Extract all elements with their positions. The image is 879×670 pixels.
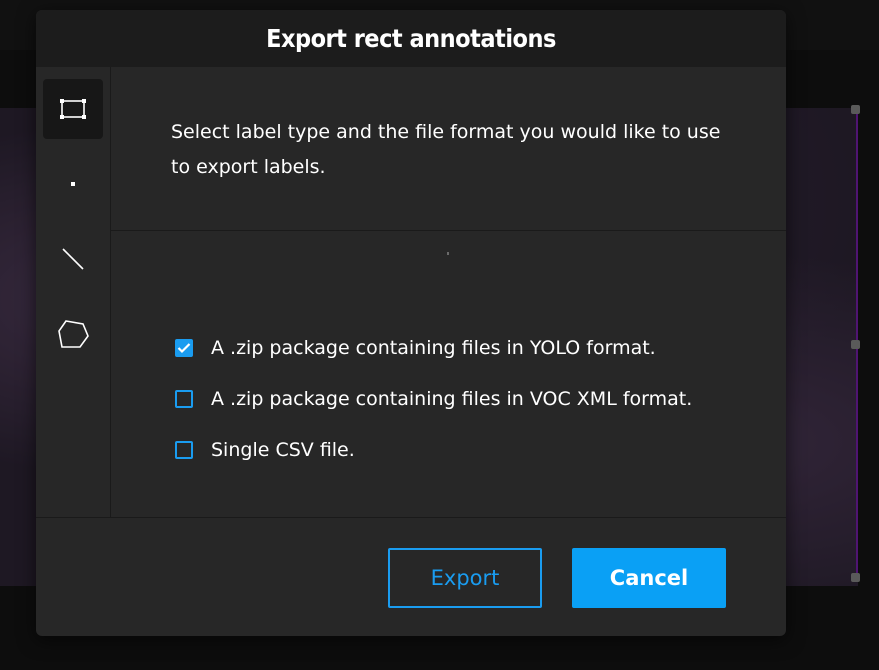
label-type-polygon-button[interactable] <box>43 304 103 364</box>
label-type-point-button[interactable] <box>43 154 103 214</box>
dialog-body: Select label type and the file format yo… <box>36 67 786 518</box>
checkbox-csv[interactable] <box>175 440 193 459</box>
checkbox-voc-xml[interactable] <box>175 389 193 408</box>
dialog-footer: Export Cancel <box>36 518 786 636</box>
dialog-content: Select label type and the file format yo… <box>111 67 786 517</box>
label-type-sidebar <box>36 67 111 517</box>
format-options: A .zip package containing files in YOLO … <box>175 322 692 475</box>
divider-mark <box>447 252 449 255</box>
polygon-icon <box>58 320 89 348</box>
rectangle-icon <box>60 99 86 119</box>
line-icon <box>62 248 84 270</box>
option-voc-xml[interactable]: A .zip package containing files in VOC X… <box>175 373 692 424</box>
point-icon <box>71 182 75 186</box>
label-type-line-button[interactable] <box>43 229 103 289</box>
checkmark-icon <box>177 342 191 353</box>
cancel-button[interactable]: Cancel <box>572 548 726 608</box>
export-dialog: Export rect annotations Select label typ… <box>36 10 786 636</box>
checkbox-yolo[interactable] <box>175 338 193 357</box>
export-button[interactable]: Export <box>388 548 542 608</box>
option-label: A .zip package containing files in VOC X… <box>211 387 693 410</box>
dialog-title: Export rect annotations <box>266 24 556 53</box>
option-label: Single CSV file. <box>211 438 355 461</box>
option-yolo[interactable]: A .zip package containing files in YOLO … <box>175 322 692 373</box>
dialog-header: Export rect annotations <box>36 10 786 67</box>
label-type-rect-button[interactable] <box>43 79 103 139</box>
content-divider <box>111 230 786 231</box>
option-label: A .zip package containing files in YOLO … <box>211 336 656 359</box>
option-csv[interactable]: Single CSV file. <box>175 424 692 475</box>
dialog-description: Select label type and the file format yo… <box>171 121 721 178</box>
